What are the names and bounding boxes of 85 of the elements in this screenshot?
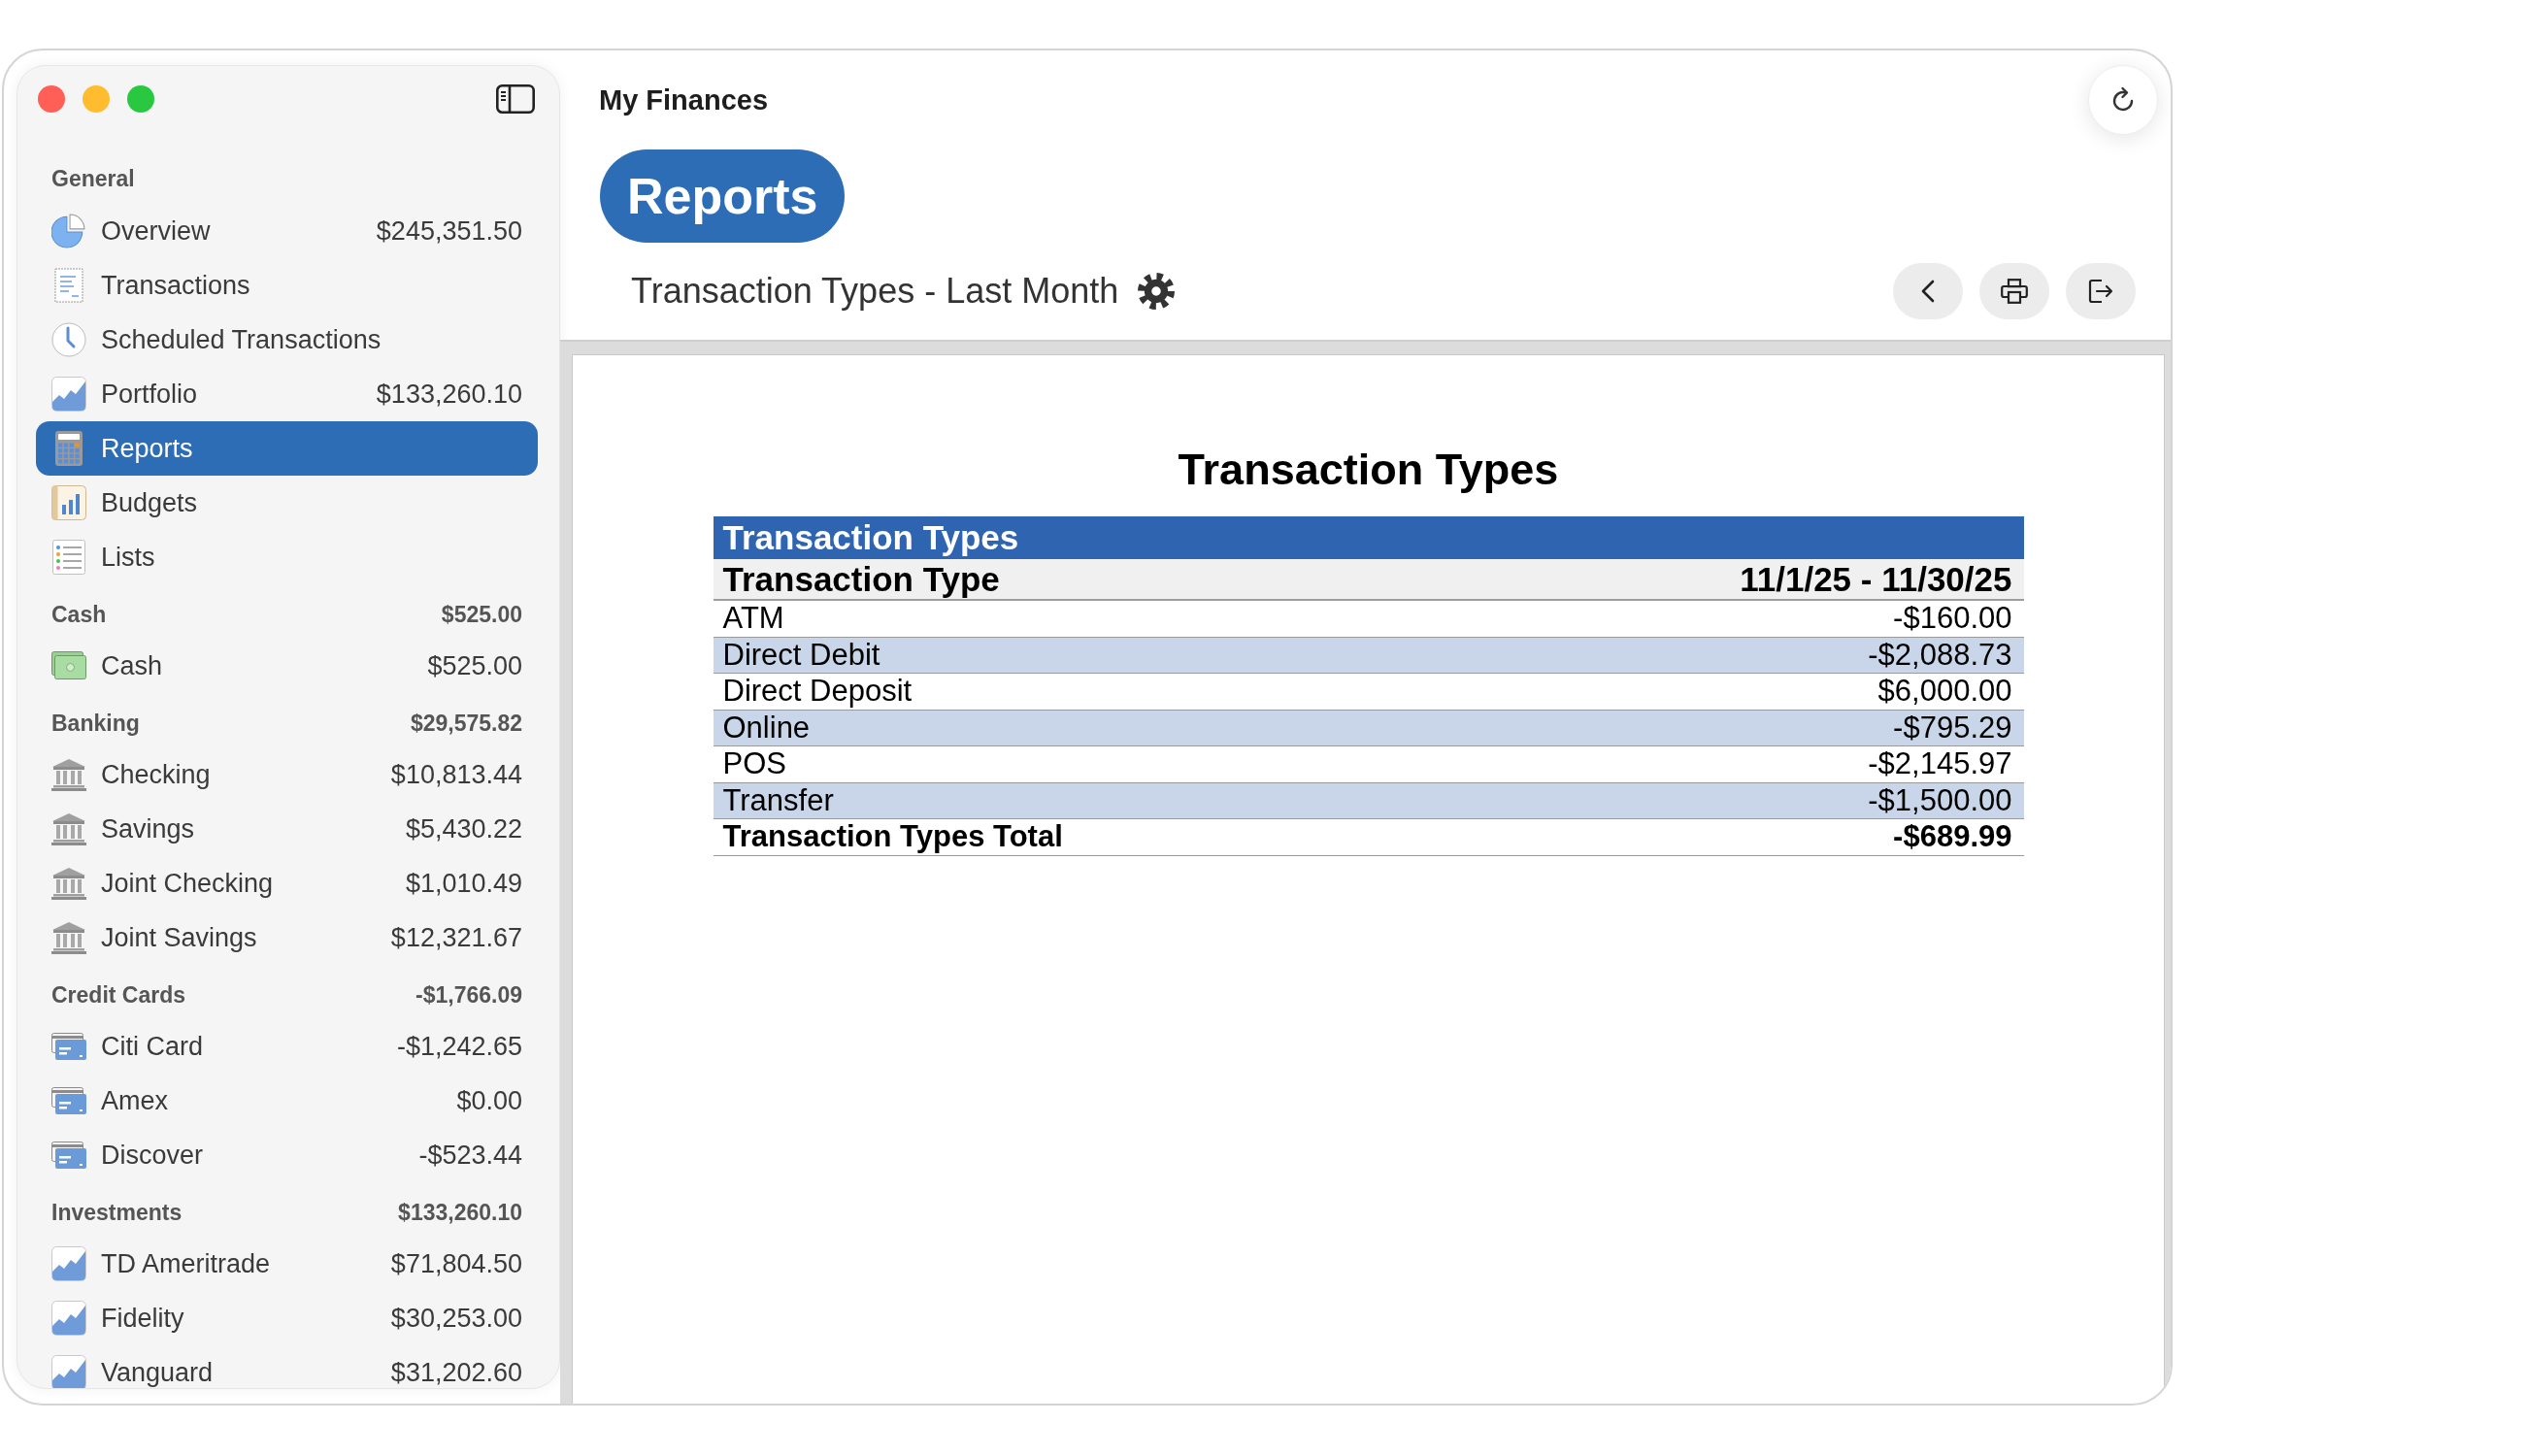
bank-building-icon — [51, 812, 86, 845]
table-cell: ATM — [722, 601, 784, 637]
report-title: Transaction Types — [1178, 444, 1559, 496]
table-cell: -$2,088.73 — [1868, 637, 2012, 673]
area-chart-icon — [51, 377, 86, 412]
sidebar-item[interactable]: TD Ameritrade $71,804.50 — [36, 1237, 538, 1291]
account-balance: $525.00 — [427, 650, 522, 681]
table-cell: -$1,500.00 — [1868, 782, 2012, 818]
printer-icon — [2001, 279, 2028, 304]
area-chart-icon — [51, 1301, 86, 1336]
bank-building-icon — [51, 758, 86, 791]
sidebar-item[interactable]: Portfolio $133,260.10 — [36, 367, 538, 421]
sidebar-item[interactable]: Reports — [36, 421, 538, 476]
account-balance: $245,351.50 — [376, 215, 522, 247]
table-cell: Transfer — [722, 782, 834, 818]
column-header: 11/1/25 - 11/30/25 — [1740, 559, 2012, 599]
account-balance: -$1,242.65 — [396, 1031, 522, 1062]
sidebar-item[interactable]: Citi Card -$1,242.65 — [36, 1019, 538, 1074]
account-balance: $5,430.22 — [405, 813, 522, 844]
account-balance: $31,202.60 — [390, 1357, 522, 1388]
section-total: $525.00 — [441, 601, 522, 628]
sidebar-item[interactable]: Amex $0.00 — [36, 1074, 538, 1128]
sidebar-icon[interactable] — [496, 83, 535, 114]
sidebar-item[interactable]: Overview $245,351.50 — [36, 204, 538, 258]
account-balance: $0.00 — [456, 1085, 522, 1116]
section-total: $133,260.10 — [398, 1199, 522, 1226]
calculator-icon — [55, 431, 83, 466]
box-arrow-right-icon — [2087, 278, 2114, 305]
clock-icon — [51, 322, 86, 357]
credit-card-icon — [51, 1142, 86, 1169]
sidebar-item[interactable]: Scheduled Transactions — [36, 313, 538, 367]
account-balance: $10,813.44 — [390, 759, 522, 790]
sidebar-item[interactable]: Savings $5,430.22 — [36, 802, 538, 856]
credit-card-icon — [51, 1033, 86, 1060]
receipt-icon — [54, 268, 83, 303]
sidebar-item[interactable]: Checking $10,813.44 — [36, 747, 538, 802]
page-title: Reports — [600, 149, 846, 243]
sidebar-item[interactable]: Lists — [36, 530, 538, 584]
section-title: Investments — [51, 1199, 183, 1226]
banknote-icon — [51, 651, 86, 680]
table-group-header: Transaction Types — [713, 516, 2024, 559]
account-balance: -$523.44 — [418, 1140, 522, 1171]
window-title: My Finances — [599, 83, 769, 116]
credit-card-icon — [51, 1087, 86, 1114]
sidebar-item[interactable]: Discover -$523.44 — [36, 1128, 538, 1182]
account-balance: $12,321.67 — [390, 922, 522, 953]
table-cell: Transaction Types Total — [722, 819, 1063, 855]
sidebar-item[interactable]: Fidelity $30,253.00 — [36, 1291, 538, 1345]
section-title: General — [51, 165, 135, 192]
report-name: Transaction Types - Last Month — [631, 271, 1119, 312]
sidebar-item[interactable]: Vanguard $31,202.60 — [36, 1345, 538, 1388]
account-balance: $30,253.00 — [390, 1303, 522, 1334]
area-chart-icon — [51, 1246, 86, 1281]
refresh-icon — [2110, 86, 2136, 114]
chevron-left-icon — [1921, 280, 1935, 303]
account-balance: $1,010.49 — [405, 868, 522, 899]
pie-chart-icon — [51, 214, 86, 248]
section-title: Credit Cards — [51, 981, 186, 1009]
section-total: $29,575.82 — [410, 710, 522, 737]
section-total: -$1,766.09 — [415, 981, 522, 1009]
table-cell: -$2,145.97 — [1868, 746, 2012, 782]
bar-chart-book-icon — [51, 485, 86, 520]
table-cell: POS — [722, 746, 786, 782]
sidebar-item[interactable]: Cash $525.00 — [36, 639, 538, 693]
table-cell: -$795.29 — [1893, 710, 2012, 745]
sidebar-item[interactable]: Budgets — [36, 476, 538, 530]
account-balance: $133,260.10 — [376, 379, 522, 410]
sidebar-item[interactable]: Transactions — [36, 258, 538, 313]
bank-building-icon — [51, 921, 86, 954]
section-title: Cash — [51, 601, 107, 628]
table-cell: $6,000.00 — [1877, 674, 2012, 710]
section-title: Banking — [51, 710, 140, 737]
column-header: Transaction Type — [722, 559, 1000, 599]
table-cell: -$689.99 — [1893, 819, 2012, 855]
list-icon — [52, 540, 85, 575]
table-cell: -$160.00 — [1893, 601, 2012, 637]
account-balance: $71,804.50 — [390, 1248, 522, 1279]
table-cell: Direct Deposit — [722, 674, 913, 710]
gear-icon[interactable] — [1138, 273, 1176, 310]
table-cell: Direct Debit — [722, 637, 880, 673]
sidebar-item[interactable]: Joint Savings $12,321.67 — [36, 910, 538, 965]
sidebar-item[interactable]: Joint Checking $1,010.49 — [36, 856, 538, 910]
table-cell: Online — [722, 710, 811, 745]
close-button[interactable] — [38, 84, 65, 113]
bank-building-icon — [51, 867, 86, 900]
